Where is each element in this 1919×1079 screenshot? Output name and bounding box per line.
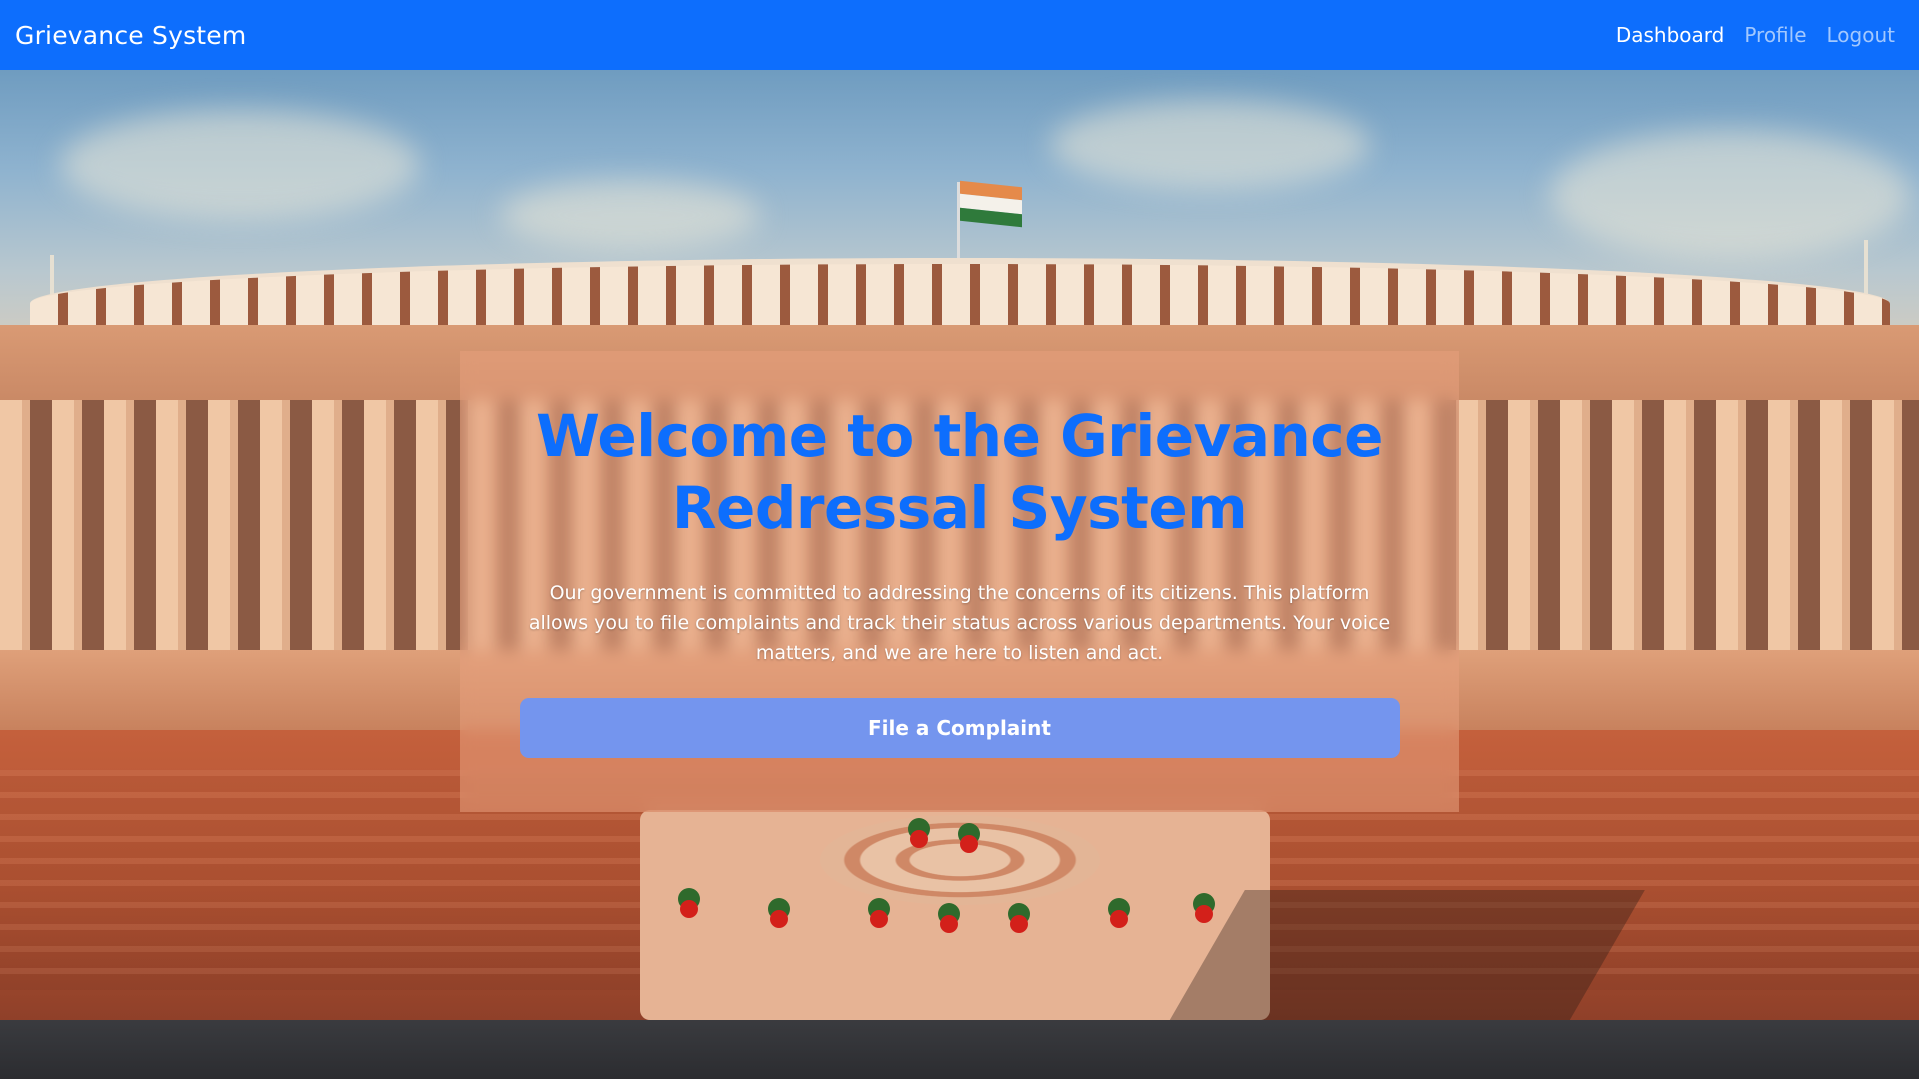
flag-icon	[960, 180, 1022, 228]
nav-links: Dashboard Profile Logout	[1616, 23, 1895, 47]
cloud	[60, 110, 420, 220]
page: Grievance System Dashboard Profile Logou…	[0, 0, 1919, 1079]
plant-icon	[1195, 905, 1213, 923]
hero-card: Welcome to the Grievance Redressal Syste…	[460, 351, 1459, 812]
brand-logo[interactable]: Grievance System	[15, 21, 246, 50]
ground	[0, 1020, 1919, 1079]
plant-icon	[910, 830, 928, 848]
cloud	[1050, 100, 1370, 190]
hero-description: Our government is committed to addressin…	[528, 582, 1391, 664]
file-complaint-button[interactable]: File a Complaint	[519, 698, 1400, 758]
nav-link-logout[interactable]: Logout	[1827, 23, 1895, 47]
hero-title: Welcome to the Grievance Redressal Syste…	[535, 402, 1384, 542]
nav-link-dashboard[interactable]: Dashboard	[1616, 23, 1725, 47]
plant-icon	[770, 910, 788, 928]
plant-icon	[1010, 915, 1028, 933]
cloud	[1550, 130, 1910, 260]
cloud	[500, 180, 760, 250]
nav-link-profile[interactable]: Profile	[1744, 23, 1806, 47]
courtyard-pattern	[820, 815, 1100, 905]
navbar: Grievance System Dashboard Profile Logou…	[0, 0, 1919, 70]
plant-icon	[680, 900, 698, 918]
plant-icon	[1110, 910, 1128, 928]
plant-icon	[940, 915, 958, 933]
plant-icon	[960, 835, 978, 853]
plant-icon	[870, 910, 888, 928]
